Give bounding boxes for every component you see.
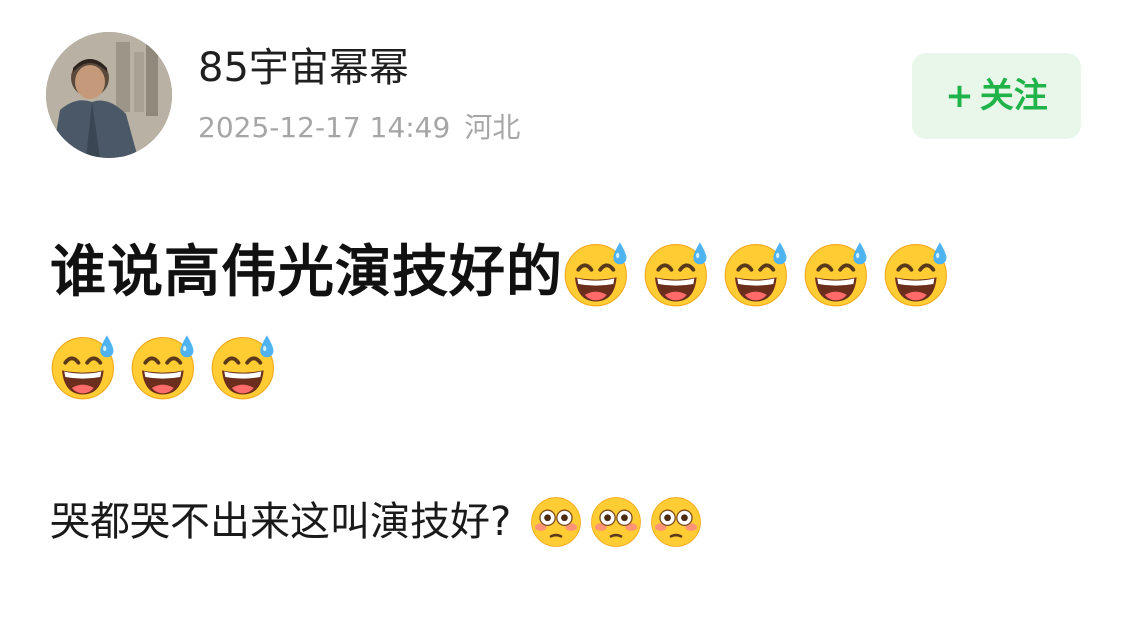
post-text-line-1: 谁说高伟光演技好的 [50,226,1100,407]
grinning-sweat-emoji [50,331,120,401]
post-timestamp: 2025-12-17 14:49 [198,111,451,144]
post-text-line-1-content: 谁说高伟光演技好的 [50,239,563,305]
post-text-line-2-content: 哭都哭不出来这叫演技好? [50,499,512,545]
follow-button[interactable]: + 关注 [912,53,1081,139]
plus-icon: + [945,76,974,116]
grinning-sweat-emoji [563,238,633,308]
avatar-photo-icon [46,32,172,158]
post-location: 河北 [464,111,521,144]
flushed-emoji [529,495,583,549]
author-username[interactable]: 85宇宙幂幂 [198,44,409,92]
emoji-group-row-2 [50,319,1100,407]
emoji-group-row-3 [511,497,709,547]
flushed-emoji [589,495,643,549]
weibo-post: 85宇宙幂幂 2025-12-17 14:49 河北 + 关注 谁说高伟光演技好的 … [0,0,1124,619]
post-meta: 2025-12-17 14:49 河北 [198,108,520,148]
grinning-sweat-emoji [130,331,200,401]
post-text-line-2: 哭都哭不出来这叫演技好? [50,488,709,554]
grinning-sweat-emoji [803,238,873,308]
author-avatar[interactable] [46,32,172,158]
emoji-group-row-1 [563,237,963,307]
grinning-sweat-emoji [643,238,713,308]
follow-button-label: 关注 [979,76,1048,116]
flushed-emoji [649,495,703,549]
grinning-sweat-emoji [210,331,280,401]
grinning-sweat-emoji [723,238,793,308]
grinning-sweat-emoji [883,238,953,308]
